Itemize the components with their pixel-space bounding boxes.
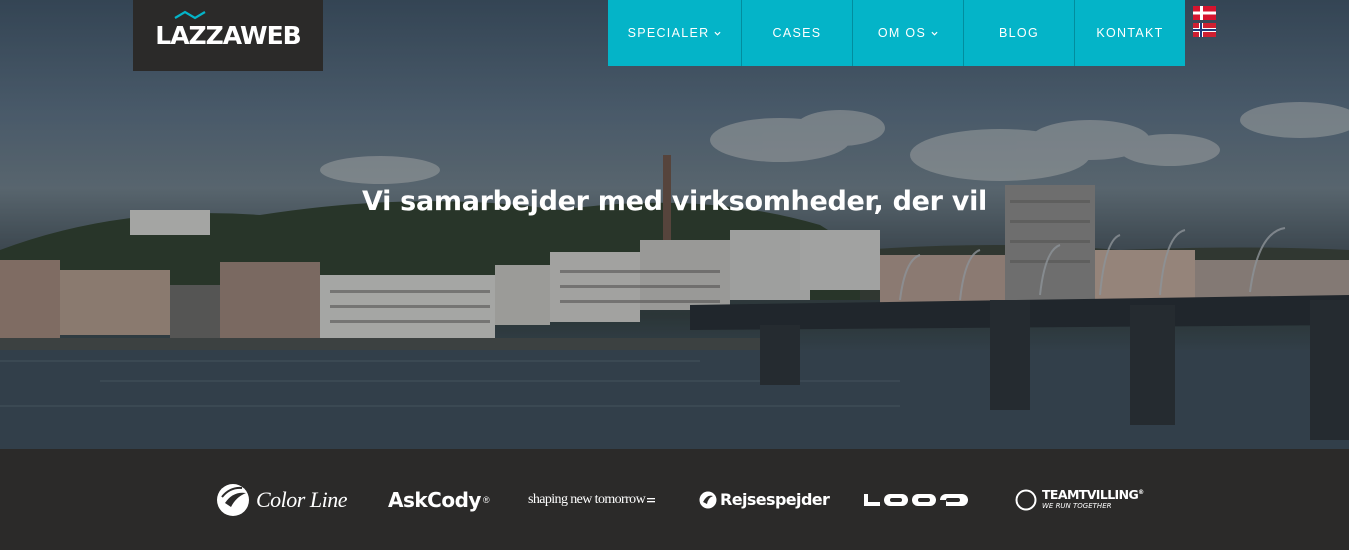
teamtvilling-ring-icon [1015,489,1037,510]
nav-item-cases[interactable]: CASES [742,0,853,66]
client-logo-shaping-new-tomorrow[interactable]: shaping new tomorrow [528,449,656,550]
nav-label: KONTAKT [1096,26,1164,40]
client-logo-colorline[interactable]: Color Line [216,449,347,550]
site-logo[interactable]: LAZZAWEB [133,0,323,71]
chevron-down-icon [714,31,721,36]
client-name: AskCody [388,487,481,512]
nav-label: BLOG [999,26,1039,40]
client-name: TEAMTVILLING® [1042,486,1144,502]
language-switcher [1193,6,1216,40]
nav-item-blog[interactable]: BLOG [964,0,1075,66]
nav-item-om-os[interactable]: OM OS [853,0,964,66]
registered-mark: ® [482,494,490,505]
client-name: Color Line [256,486,347,512]
client-name-text: TEAMTVILLING [1042,486,1139,502]
logo-text: LAZZAWEB [155,21,301,50]
nav-item-specialer[interactable]: SPECIALER [608,0,742,66]
teamtvilling-wordmark: TEAMTVILLING® WE RUN TOGETHER [1042,486,1144,511]
client-logo-teamtvilling[interactable]: TEAMTVILLING® WE RUN TOGETHER [1015,449,1144,550]
client-logo-askcody[interactable]: AskCody ® [388,449,490,550]
colorline-swirl-icon [217,483,249,516]
nav-label: OM OS [877,26,927,40]
registered-mark: ® [1138,488,1144,496]
client-logo-loop[interactable] [864,449,968,550]
danish-flag-icon[interactable] [1193,6,1216,20]
norwegian-flag-icon[interactable] [1193,23,1216,37]
client-name: Rejsespejder [720,490,830,509]
logo-accent-icon [174,10,206,20]
client-logo-rejsespejder[interactable]: Rejsespejder [699,449,830,550]
rejsespejder-swirl-icon [699,491,717,508]
hero-headline: Vi samarbejder med virksomheder, der vil [362,186,987,217]
nav-item-kontakt[interactable]: KONTAKT [1075,0,1185,66]
client-logos: Color Line AskCody ® shaping new tomorro… [0,449,1349,550]
chevron-down-icon [931,31,938,36]
nav-label: CASES [772,26,822,40]
client-name: shaping new tomorrow [528,491,646,507]
loop-wordmark-icon [864,493,968,507]
client-tagline: WE RUN TOGETHER [1042,502,1112,511]
nav-label: SPECIALER [627,26,710,40]
shaping-lines-icon [647,497,656,502]
hero-section: LAZZAWEB SPECIALER CASES OM OS BLOG KONT… [0,0,1349,449]
main-navigation: SPECIALER CASES OM OS BLOG KONTAKT [608,0,1185,66]
